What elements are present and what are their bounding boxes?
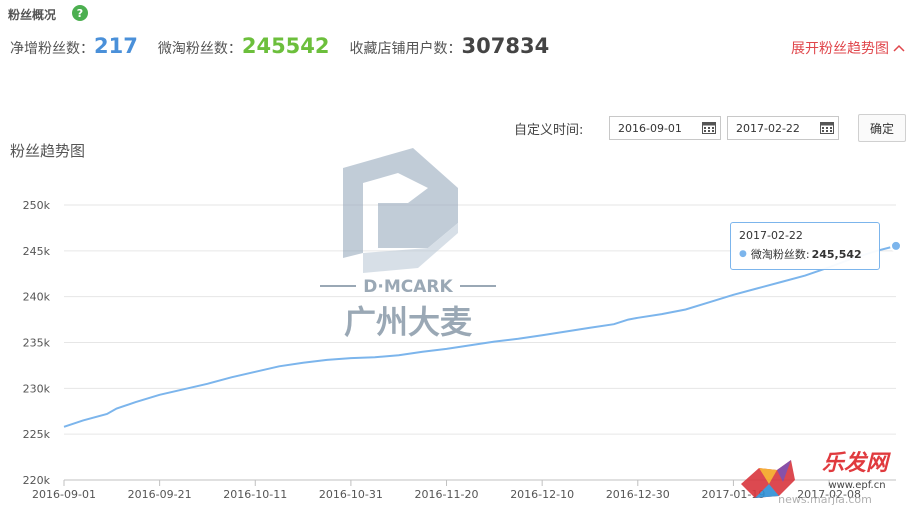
y-tick-label: 235k (23, 337, 51, 350)
tooltip-value: 245,542 (811, 247, 862, 261)
corner-logo-text: 乐发网 (822, 450, 891, 476)
x-tick-label: 2016-11-20 (415, 488, 479, 501)
x-tick-label: 2016-12-10 (510, 488, 574, 501)
dmcark-watermark: D·MCARK 广州大麦 (320, 148, 496, 341)
x-tick-label: 2016-12-30 (606, 488, 670, 501)
y-axis-ticks: 220k 225k 230k 235k 240k 245k 250k (23, 199, 51, 487)
epf-corner-logo: 乐发网 www.epf.cn news.marjia.com (741, 450, 891, 506)
y-tick-label: 250k (23, 199, 51, 212)
x-tick-label: 2016-09-01 (32, 488, 96, 501)
y-tick-label: 230k (23, 382, 51, 395)
x-tick-label: 2016-09-21 (128, 488, 192, 501)
tooltip-date: 2017-02-22 (739, 229, 803, 242)
y-tick-label: 240k (23, 291, 51, 304)
x-tick-label: 2016-10-31 (319, 488, 383, 501)
y-tick-label: 225k (23, 428, 51, 441)
chart-tooltip: 2017-02-22 ● 微淘粉丝数: 245,542 (730, 222, 880, 270)
tooltip-series: 微淘粉丝数: (750, 248, 810, 261)
watermark-brand: D·MCARK (363, 277, 453, 297)
series-dot-icon: ● (739, 249, 747, 259)
corner-logo-url: news.marjia.com (778, 493, 872, 506)
last-data-point (890, 239, 902, 252)
corner-logo-domain: www.epf.cn (828, 480, 885, 491)
x-tick-label: 2016-10-11 (223, 488, 287, 501)
y-tick-label: 220k (23, 474, 51, 487)
watermark-name: 广州大麦 (344, 303, 473, 341)
y-tick-label: 245k (23, 245, 51, 258)
